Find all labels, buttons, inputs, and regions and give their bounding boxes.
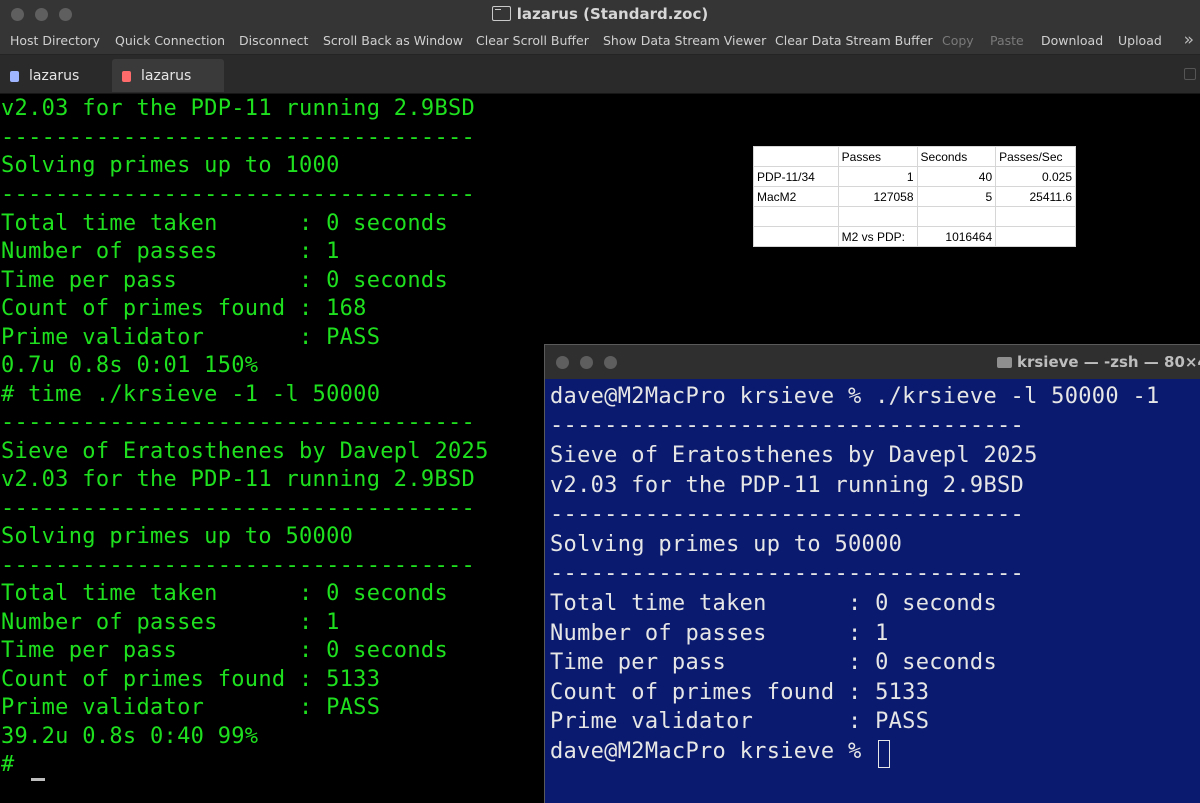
zsh-line: v2.03 for the PDP-11 running 2.9BSD: [550, 473, 1025, 498]
sheet-cell: 127058: [837, 186, 918, 207]
spreadsheet-snippet: Passes Seconds Passes/Sec PDP-11/34 1 40…: [753, 146, 1076, 247]
terminal-line: Solving primes up to 50000: [1, 524, 354, 549]
terminal-icon: [491, 6, 511, 21]
terminal-line: Prime validator : PASS: [1, 695, 381, 720]
terminal-line: -----------------------------------: [1, 496, 476, 521]
zsh-line: -----------------------------------: [550, 502, 1025, 527]
terminal-line: 39.2u 0.8s 0:40 99%: [1, 724, 259, 749]
terminal-line: Prime validator : PASS: [1, 325, 381, 350]
terminal-line: v2.03 for the PDP-11 running 2.9BSD: [1, 467, 476, 492]
quick-connection-button[interactable]: Quick Connection: [115, 33, 225, 48]
sheet-label-cell: M2 vs PDP:: [837, 226, 918, 247]
zsh-line: dave@M2MacPro krsieve % ./krsieve -l 500…: [550, 384, 1160, 409]
terminal-line: # time ./krsieve -1 -l 50000: [1, 382, 381, 407]
window-title-text: lazarus (Standard.zoc): [516, 5, 709, 23]
toolbar: Host Directory Quick Connection Disconne…: [0, 28, 1200, 55]
paste-button[interactable]: Paste: [990, 33, 1024, 48]
tab-lazarus-1[interactable]: lazarus: [0, 59, 110, 92]
sheet-cell: [753, 206, 839, 227]
terminal-line: Number of passes : 1: [1, 239, 340, 264]
more-toolbar-icon[interactable]: »: [1184, 30, 1194, 50]
sheet-row-label: MacM2: [753, 186, 839, 207]
terminal-line: -----------------------------------: [1, 182, 476, 207]
zsh-prompt-line: dave@M2MacPro krsieve %: [550, 739, 876, 764]
sheet-cell: 5: [916, 186, 997, 207]
zsh-line: Time per pass : 0 seconds: [550, 650, 997, 675]
zsh-line: Number of passes : 1: [550, 621, 889, 646]
terminal-line: Sieve of Eratosthenes by Davepl 2025: [1, 439, 489, 464]
terminal-line: Total time taken : 0 seconds: [1, 211, 448, 236]
clear-scroll-buffer-button[interactable]: Clear Scroll Buffer: [476, 33, 589, 48]
sheet-cell: 1: [837, 166, 918, 187]
terminal-cursor: [31, 778, 45, 781]
clear-data-stream-buffer-button[interactable]: Clear Data Stream Buffer: [775, 33, 933, 48]
session-status-icon: [10, 71, 19, 82]
zsh-title-bar: krsieve — -zsh — 80×4: [545, 345, 1200, 379]
tab-bar: lazarus lazarus: [0, 55, 1200, 94]
tab-label: lazarus: [141, 68, 192, 84]
disconnect-button[interactable]: Disconnect: [239, 33, 308, 48]
zsh-cursor: [878, 740, 890, 768]
folder-icon: [997, 357, 1012, 368]
zsh-line: -----------------------------------: [550, 413, 1025, 438]
zsh-line: -----------------------------------: [550, 561, 1025, 586]
terminal-line: Time per pass : 0 seconds: [1, 268, 448, 293]
host-directory-button[interactable]: Host Directory: [10, 33, 100, 48]
zsh-line: Solving primes up to 50000: [550, 532, 903, 557]
terminal-line: Count of primes found : 5133: [1, 667, 381, 692]
terminal-line: v2.03 for the PDP-11 running 2.9BSD: [1, 96, 476, 121]
scroll-back-window-button[interactable]: Scroll Back as Window: [323, 33, 463, 48]
zoom-window-button[interactable]: [604, 356, 617, 369]
window-title: lazarus (Standard.zoc): [0, 5, 1200, 23]
sheet-cell: 25411.6: [995, 186, 1076, 207]
sheet-cell: [753, 146, 839, 167]
sheet-header-cell: Seconds: [916, 146, 997, 167]
terminal-line: Total time taken : 0 seconds: [1, 581, 448, 606]
tab-overview-icon[interactable]: [1184, 68, 1196, 80]
sheet-header-cell: Passes/Sec: [995, 146, 1076, 167]
terminal-line: Count of primes found : 168: [1, 296, 367, 321]
sheet-cell: 1016464: [916, 226, 997, 247]
minimize-window-button[interactable]: [580, 356, 593, 369]
tab-lazarus-2[interactable]: lazarus: [112, 59, 224, 92]
zsh-line: Count of primes found : 5133: [550, 680, 930, 705]
terminal-line: 0.7u 0.8s 0:01 150%: [1, 353, 259, 378]
sheet-cell: [916, 206, 997, 227]
sheet-cell: 40: [916, 166, 997, 187]
terminal-line: Time per pass : 0 seconds: [1, 638, 448, 663]
sheet-cell: [753, 226, 839, 247]
sheet-cell: [995, 206, 1076, 227]
terminal-line: -----------------------------------: [1, 410, 476, 435]
download-button[interactable]: Download: [1041, 33, 1103, 48]
zsh-line: Prime validator : PASS: [550, 709, 930, 734]
show-data-stream-viewer-button[interactable]: Show Data Stream Viewer: [603, 33, 766, 48]
zsh-window-title: krsieve — -zsh — 80×4: [997, 353, 1200, 371]
terminal-line: Number of passes : 1: [1, 610, 340, 635]
terminal-line: -----------------------------------: [1, 125, 476, 150]
zsh-window-title-text: krsieve — -zsh — 80×4: [1017, 353, 1200, 371]
session-status-icon: [122, 71, 131, 82]
copy-button[interactable]: Copy: [942, 33, 974, 48]
zsh-terminal-window[interactable]: krsieve — -zsh — 80×4 dave@M2MacPro krsi…: [544, 344, 1200, 803]
zsh-line: Sieve of Eratosthenes by Davepl 2025: [550, 443, 1038, 468]
zsh-line: Total time taken : 0 seconds: [550, 591, 997, 616]
tab-label: lazarus: [29, 68, 80, 84]
terminal-line: #: [1, 752, 15, 777]
sheet-row-label: PDP-11/34: [753, 166, 839, 187]
sheet-cell: 0.025: [995, 166, 1076, 187]
sheet-cell: [995, 226, 1076, 247]
title-bar: lazarus (Standard.zoc): [0, 0, 1200, 28]
upload-button[interactable]: Upload: [1118, 33, 1162, 48]
terminal-line: Solving primes up to 1000: [1, 153, 340, 178]
close-window-button[interactable]: [556, 356, 569, 369]
sheet-cell: [837, 206, 918, 227]
sheet-header-cell: Passes: [837, 146, 918, 167]
terminal-line: -----------------------------------: [1, 553, 476, 578]
